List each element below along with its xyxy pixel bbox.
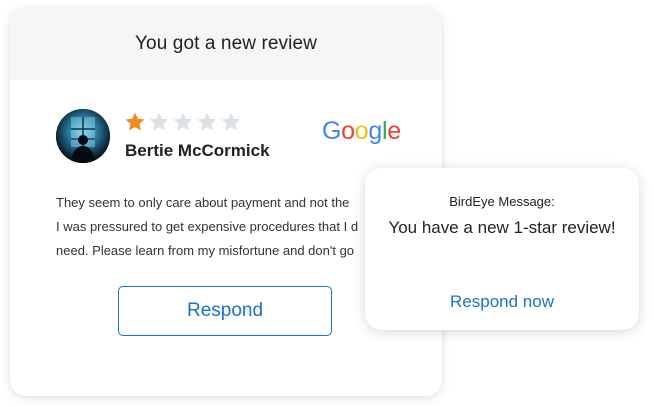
google-logo-letter: o: [341, 117, 355, 145]
notification-message: You have a new 1-star review!: [388, 218, 616, 237]
review-notification-illustration: You got a new review Bertie McCormick Go…: [0, 0, 654, 407]
reviewer-row: Bertie McCormick Google: [56, 109, 406, 163]
card-header: You got a new review: [10, 8, 442, 80]
star-icon: [124, 111, 146, 133]
respond-now-link[interactable]: Respond now: [365, 292, 639, 312]
google-logo: Google: [322, 117, 401, 146]
star-icon: [148, 111, 170, 133]
star-icon: [220, 111, 242, 133]
google-logo-letter: e: [387, 117, 401, 145]
google-logo-letter: g: [368, 117, 382, 145]
reviewer-name: Bertie McCormick: [125, 141, 270, 160]
google-logo-letter: o: [354, 117, 369, 145]
card-title: You got a new review: [135, 33, 317, 54]
star-rating: [124, 111, 242, 133]
star-icon: [172, 111, 194, 133]
notification-card: BirdEye Message: You have a new 1-star r…: [365, 168, 639, 330]
star-icon: [196, 111, 218, 133]
respond-button[interactable]: Respond: [118, 286, 332, 336]
google-logo-letter: G: [322, 117, 342, 145]
avatar-photo: [56, 109, 110, 163]
avatar: [56, 109, 110, 163]
notification-label: BirdEye Message:: [449, 194, 555, 209]
